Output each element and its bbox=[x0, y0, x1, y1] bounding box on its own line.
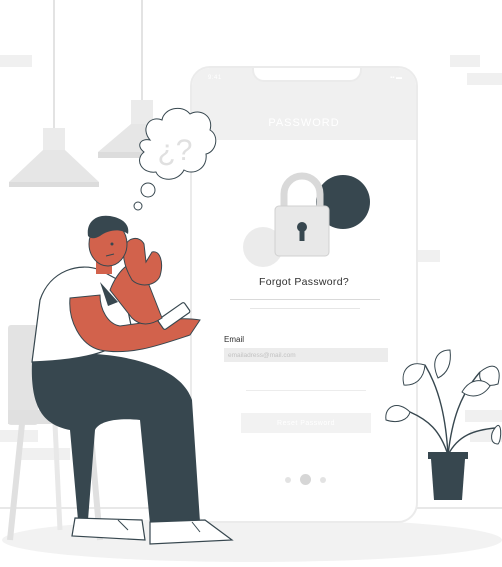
thought-bubble-text: ¿? bbox=[157, 134, 192, 167]
thought-bubble-icon: ¿? bbox=[133, 107, 217, 211]
person-illustration bbox=[31, 215, 234, 545]
plant-icon bbox=[385, 349, 502, 500]
illustration-canvas: 9:41 ▪▪ ▬ ‹ PASSWORD Forgot Password? Em… bbox=[0, 0, 502, 567]
foreground-illustration: ¿? bbox=[7, 107, 502, 545]
